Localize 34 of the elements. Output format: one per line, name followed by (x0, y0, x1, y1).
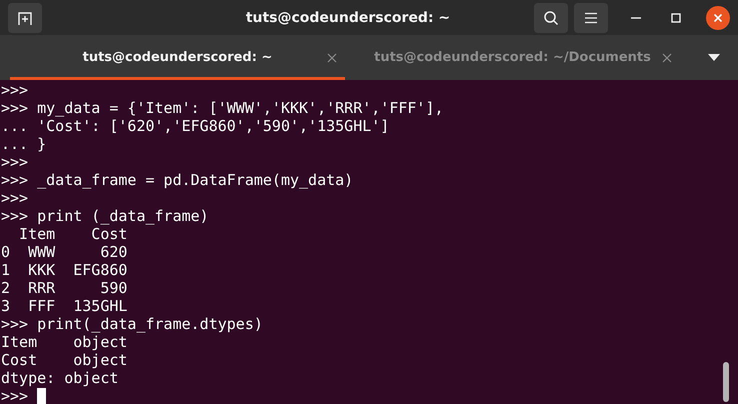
terminal-line: Item Cost (18, 225, 128, 243)
terminal-line: >>> _data_frame = pd.DataFrame(my_data) (1, 171, 354, 189)
dropdown-caret-icon[interactable] (708, 54, 720, 62)
terminal-line: >>> my_data = {'Item': ['WWW','KKK','RRR','FFF'], (1, 99, 444, 117)
terminal-line: ... } (1, 135, 46, 153)
terminal-line: >>> (1, 81, 28, 99)
search-icon (543, 10, 559, 26)
terminal-line: >>> (1, 387, 30, 404)
search-button[interactable] (534, 2, 568, 32)
close-icon[interactable] (327, 53, 337, 63)
scrollbar-thumb[interactable] (723, 362, 729, 402)
menu-icon (584, 12, 598, 24)
terminal-line: Cost object (1, 351, 128, 369)
terminal-line: 3 FFF 135GHL (1, 297, 128, 315)
minimize-icon (631, 16, 641, 18)
window-title: tuts@codeunderscored: ~ (246, 10, 450, 26)
terminal-tab[interactable]: tuts@codeunderscored: ~/Documents (345, 35, 680, 80)
close-icon (713, 12, 723, 22)
maximize-icon (671, 12, 681, 22)
menu-button[interactable] (574, 2, 608, 32)
terminal-line: >>> (1, 189, 28, 207)
terminal-line: >>> print (_data_frame) (1, 207, 209, 225)
terminal-line: dtype: object (1, 369, 118, 387)
terminal-line: 2 RRR 590 (1, 279, 128, 297)
terminal-line: >>> (1, 153, 28, 171)
terminal-line: >>> print(_data_frame.dtypes) (1, 315, 263, 333)
terminal-line: 1 KKK EFG860 (1, 261, 128, 279)
terminal-line: Item object (1, 333, 128, 351)
close-icon[interactable] (662, 53, 672, 63)
close-button[interactable] (706, 6, 730, 30)
terminal-line: 0 WWW 620 (1, 243, 128, 261)
new-tab-icon (17, 10, 33, 26)
terminal-line: ... 'Cost': ['620','EFG860','590','135GHL'] (1, 117, 390, 135)
new-tab-button[interactable] (8, 2, 42, 32)
